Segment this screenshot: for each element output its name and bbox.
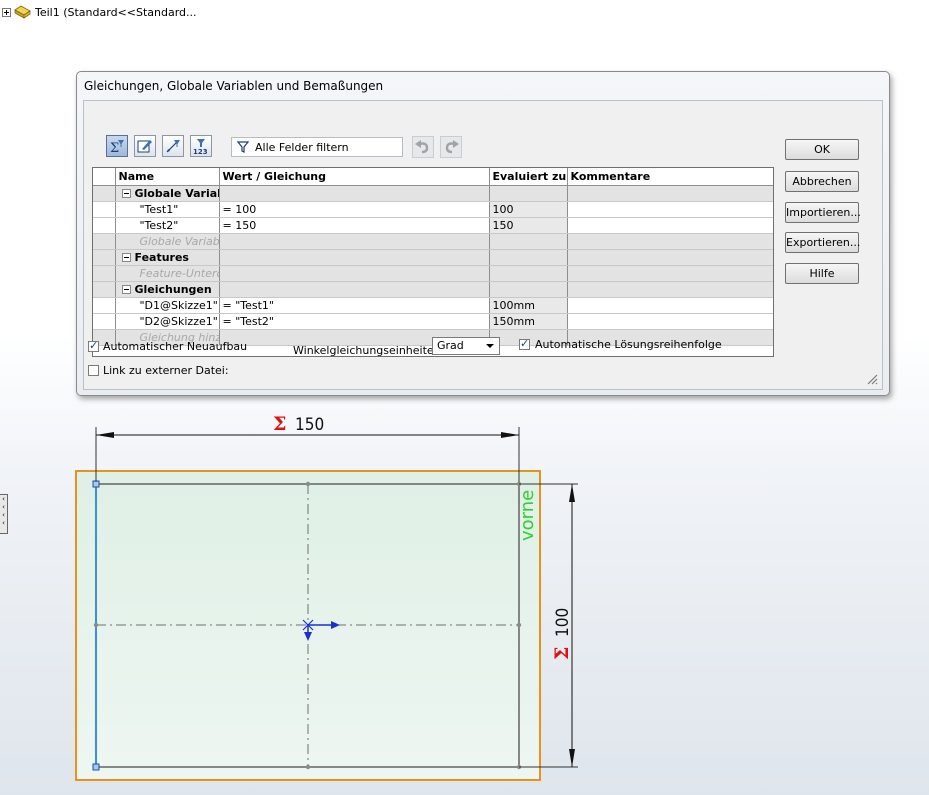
variable-name-cell[interactable]: "Test2" — [115, 217, 220, 234]
table-row[interactable]: "D1@Skizze1" = "Test1" 100mm — [93, 297, 773, 314]
group-row-features[interactable]: Features — [93, 249, 773, 266]
auto-rebuild-label: Automatischer Neuaufbau — [103, 340, 248, 353]
svg-text:Σ: Σ — [110, 141, 119, 154]
link-external-checkbox[interactable] — [88, 365, 99, 376]
dimension-value-vertical[interactable]: 100 — [553, 608, 573, 637]
column-header-evaluated[interactable]: Evaluiert zu — [489, 168, 568, 186]
column-header-name[interactable]: Name — [115, 168, 220, 186]
group-title: Features — [134, 251, 189, 264]
undo-button[interactable] — [412, 136, 434, 158]
column-header-comments[interactable]: Kommentare — [567, 168, 773, 186]
auto-order-checkbox[interactable] — [519, 337, 530, 350]
ordered-view-button[interactable]: 123 — [190, 135, 212, 157]
midpoint-top[interactable] — [305, 481, 311, 487]
sketch-equation-view-button[interactable] — [134, 135, 156, 157]
sigma-icon: Σ — [273, 413, 286, 435]
dialog-title: Gleichungen, Globale Variablen und Bemaß… — [84, 79, 384, 93]
feature-tree-item[interactable]: Teil1 (Standard<<Standard... — [2, 4, 197, 20]
link-external-label: Link zu externer Datei: — [103, 364, 229, 377]
auto-order-label: Automatische Lösungsreihenfolge — [535, 338, 722, 351]
midpoint-bottom[interactable] — [305, 764, 311, 770]
value-cell[interactable]: = 150 — [219, 217, 490, 234]
collapse-icon[interactable] — [121, 285, 131, 294]
dimension-view-button[interactable] — [162, 135, 184, 157]
column-header-value[interactable]: Wert / Gleichung — [219, 168, 490, 186]
redo-button[interactable] — [440, 136, 462, 158]
sketch-edit-icon — [137, 140, 152, 153]
redo-icon — [445, 140, 459, 154]
help-button[interactable]: Hilfe — [785, 263, 859, 284]
part-name: Teil1 (Standard<<Standard... — [35, 5, 197, 19]
auto-rebuild-checkbox[interactable] — [88, 339, 99, 352]
table-row[interactable]: "Test2" = 150 150 — [93, 217, 773, 234]
cancel-button[interactable]: Abbrechen — [785, 171, 859, 192]
value-cell[interactable]: = 100 — [219, 201, 490, 218]
equation-name-cell[interactable]: "D1@Skizze1" — [115, 297, 220, 314]
comment-cell[interactable] — [567, 313, 773, 330]
evaluated-cell: 150mm — [489, 313, 568, 330]
variable-name-cell[interactable]: "Test1" — [115, 201, 220, 218]
group-title: Gleichungen — [134, 283, 212, 296]
sigma-filter-icon: Σ — [110, 140, 124, 154]
equation-view-button[interactable]: Σ — [106, 135, 128, 157]
dimension-icon — [166, 139, 180, 153]
filter-text: Alle Felder filtern — [255, 140, 349, 154]
group-title: Globale Variable — [134, 187, 219, 200]
add-global-placeholder[interactable]: Globale Variable — [115, 233, 220, 250]
comment-cell[interactable] — [567, 297, 773, 314]
dropdown-arrow-icon — [486, 344, 494, 348]
collapse-icon[interactable] — [121, 253, 131, 262]
evaluated-cell: 100mm — [489, 297, 568, 314]
filter-icon — [237, 141, 249, 153]
evaluated-cell: 150 — [489, 217, 568, 234]
angle-unit-value: Grad — [437, 339, 464, 352]
group-row-globals[interactable]: Globale Variable — [93, 185, 773, 202]
undo-icon — [415, 140, 429, 154]
angle-unit-label: Winkelgleichungseinheite — [293, 344, 434, 357]
table-row[interactable]: "D2@Skizze1" = "Test2" 150mm — [93, 313, 773, 330]
evaluated-cell: 100 — [489, 201, 568, 218]
midpoint-left[interactable] — [93, 622, 99, 628]
equations-table: Name Wert / Gleichung Evaluiert zu Komme… — [92, 167, 774, 357]
row-header-corner — [93, 168, 116, 186]
value-cell[interactable]: = "Test2" — [219, 313, 490, 330]
dialog-content: Σ 123 Alle Felder filtern Name Wert / Gl… — [83, 100, 883, 390]
comment-cell[interactable] — [567, 201, 773, 218]
equations-dialog: Gleichungen, Globale Variablen und Bemaß… — [76, 71, 890, 396]
add-feature-row[interactable]: Feature-Unterdr — [93, 265, 773, 282]
angle-unit-select[interactable]: Grad — [432, 337, 500, 355]
dimension-value-horizontal[interactable]: 150 — [295, 415, 324, 435]
sigma-icon: Σ — [551, 647, 573, 660]
collapse-icon[interactable] — [121, 189, 131, 198]
ordered-filter-icon: 123 — [193, 139, 208, 154]
add-feature-placeholder[interactable]: Feature-Unterdr — [115, 265, 220, 282]
filter-field[interactable]: Alle Felder filtern — [231, 137, 403, 157]
sketch-canvas[interactable]: Σ 150 Σ 100 vorne — [0, 400, 929, 795]
table-row[interactable]: "Test1" = 100 100 — [93, 201, 773, 218]
group-row-equations[interactable]: Gleichungen — [93, 281, 773, 298]
endpoint-handle[interactable] — [92, 763, 100, 771]
add-global-row[interactable]: Globale Variable — [93, 233, 773, 250]
ok-button[interactable]: OK — [785, 139, 859, 160]
equation-name-cell[interactable]: "D2@Skizze1" — [115, 313, 220, 330]
svg-text:123: 123 — [193, 148, 208, 154]
comment-cell[interactable] — [567, 217, 773, 234]
expand-icon[interactable] — [2, 7, 11, 17]
value-cell[interactable]: = "Test1" — [219, 297, 490, 314]
view-label: vorne — [517, 490, 538, 541]
import-button[interactable]: Importieren... — [785, 202, 861, 223]
export-button[interactable]: Exportieren... — [785, 232, 860, 253]
part-icon — [14, 5, 31, 19]
midpoint-right[interactable] — [516, 622, 522, 628]
resize-grip-icon[interactable] — [866, 373, 878, 385]
